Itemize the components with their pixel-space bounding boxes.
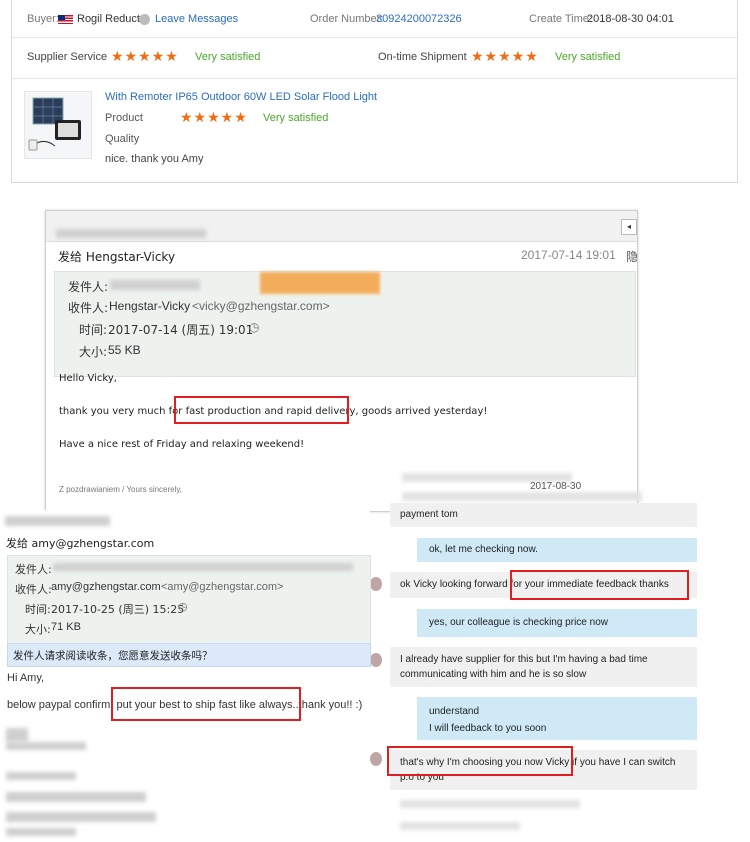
- redacted-block: [6, 742, 86, 750]
- highlight-box: [174, 396, 349, 424]
- chat-avatar: [370, 653, 382, 667]
- to-email: <amy@gzhengstar.com>: [161, 581, 284, 593]
- chat-screenshot: 2017-08-30 payment tom ok, let me checki…: [370, 470, 750, 842]
- review-card: Buyer: Rogil Reducto Leave Messages Orde…: [11, 0, 738, 183]
- redacted-subject: [56, 229, 206, 238]
- ontime-shipment-label: On-time Shipment: [378, 51, 467, 63]
- size-value: 55 KB: [108, 343, 141, 357]
- email-line-1-pre: below paypal confirm;: [7, 699, 117, 711]
- chat-avatar: [370, 752, 382, 766]
- redacted-chat-line: [402, 492, 642, 501]
- to-label: 收件人:: [15, 583, 52, 596]
- chat-message-text: yes, our colleague is checking price now: [429, 617, 608, 628]
- create-time-value: 2018-08-30 04:01: [587, 13, 674, 25]
- product-title-link[interactable]: With Remoter IP65 Outdoor 60W LED Solar …: [105, 91, 377, 103]
- buyer-name: Rogil Reducto: [77, 13, 147, 25]
- chat-message-right: understand I will feedback to you soon: [417, 697, 697, 740]
- redacted-block: [6, 772, 76, 780]
- redacted-sender: [110, 280, 200, 290]
- read-receipt-notice[interactable]: 发件人请求阅读收条，您愿意发送收条吗？: [7, 643, 371, 667]
- chat-message-text: ok, let me checking now.: [429, 544, 538, 555]
- highlight-box: [387, 746, 573, 776]
- to-label: 收件人:: [68, 301, 109, 315]
- product-rating: Very satisfied: [263, 112, 329, 124]
- order-number-label: Order Number:: [310, 13, 384, 25]
- leave-messages-link[interactable]: Leave Messages: [155, 13, 238, 25]
- email-to-line: 发给 amy@gzhengstar.com: [6, 537, 155, 550]
- order-number-link[interactable]: 30924200072326: [376, 13, 462, 25]
- email-screenshot-2: 发给 amy@gzhengstar.com 发件人: 收件人: amy@gzhe…: [0, 510, 371, 842]
- quality-label: Quality: [105, 133, 140, 145]
- highlight-box: [111, 687, 301, 721]
- ontime-shipment-stars-icon: ★★★★★: [471, 48, 539, 64]
- email-line-1-post: .thank you!! :): [295, 699, 363, 711]
- size-label: 大小:: [79, 345, 108, 359]
- email-line-1-pre: thank you very much for: [59, 406, 186, 417]
- chat-message-left: I already have supplier for this but I'm…: [390, 647, 697, 687]
- email-header-box: 发件人: 收件人: Hengstar-Vicky <vicky@gzhengst…: [54, 271, 636, 377]
- hide-link[interactable]: 隐: [626, 248, 637, 265]
- size-value: 71 KB: [51, 621, 81, 633]
- supplier-service-label: Supplier Service: [27, 51, 108, 63]
- buyer-label: Buyer:: [27, 13, 59, 25]
- time-label: 时间:: [25, 603, 51, 616]
- clock-icon[interactable]: ◷: [178, 600, 188, 613]
- redacted-block: [6, 828, 76, 836]
- chat-message-text: payment tom: [400, 509, 458, 520]
- redacted-block: [6, 812, 156, 822]
- to-name: amy@gzhengstar.com: [51, 581, 161, 593]
- chat-message-text: I will feedback to you soon: [429, 723, 547, 734]
- chat-message-right: yes, our colleague is checking price now: [417, 609, 697, 637]
- chat-avatar: [370, 577, 382, 591]
- ontime-shipment-rating: Very satisfied: [555, 51, 621, 63]
- from-label: 发件人:: [68, 280, 109, 294]
- email-line-2: Have a nice rest of Friday and relaxing …: [59, 439, 305, 450]
- supplier-service-stars-icon: ★★★★★: [111, 48, 179, 64]
- review-comment: nice. thank you Amy: [105, 153, 204, 165]
- highlight-box: [510, 570, 689, 600]
- redacted-block: [6, 728, 28, 742]
- redacted-block: [6, 792, 146, 802]
- chat-message-left: payment tom: [390, 503, 697, 527]
- chat-avatar-icon: [139, 13, 150, 25]
- email-to-line: 发给 Hengstar-Vicky: [58, 250, 176, 264]
- size-label: 大小:: [25, 623, 51, 636]
- to-name: Hengstar-Vicky: [109, 299, 191, 313]
- collapse-arrow-icon[interactable]: ◂: [621, 219, 637, 235]
- redacted-chat-line: [400, 800, 580, 808]
- email-line-1-post: goods arrived yesterday!: [358, 406, 488, 417]
- product-stars-icon: ★★★★★: [180, 109, 248, 125]
- chat-message-text: I already have supplier for this but I'm…: [400, 654, 648, 680]
- order-info-row: Buyer: Rogil Reducto Leave Messages Orde…: [12, 0, 737, 38]
- time-label: 时间:: [79, 323, 108, 337]
- time-value: 2017-07-14 (周五) 19:01: [108, 323, 254, 337]
- supplier-service-rating: Very satisfied: [195, 51, 261, 63]
- chat-message-text: understand: [429, 706, 480, 717]
- solar-flood-light-icon: [28, 97, 81, 151]
- email-date: 2017-07-14 19:01: [521, 248, 616, 262]
- create-time-label: Create Time:: [529, 13, 592, 25]
- to-email: <vicky@gzhengstar.com>: [192, 299, 330, 313]
- redacted-sender: [53, 563, 353, 571]
- chat-date: 2017-08-30: [530, 481, 582, 492]
- product-label: Product: [105, 112, 143, 124]
- redacted-subject: [5, 516, 110, 526]
- read-receipt-text: 发件人请求阅读收条，您愿意发送收条吗？: [13, 650, 213, 662]
- email-toolbar: ◂: [46, 211, 637, 242]
- redacted-sender-email: [260, 272, 380, 294]
- clock-icon[interactable]: ◷: [249, 320, 259, 334]
- email-screenshot-1: ◂ 发给 Hengstar-Vicky 2017-07-14 19:01 隐 发…: [45, 210, 638, 512]
- email-greeting: Hi Amy,: [7, 672, 45, 684]
- email-header-box: 发件人: 收件人: amy@gzhengstar.com <amy@gzheng…: [7, 555, 371, 653]
- email-greeting: Hello Vicky,: [59, 373, 117, 384]
- chat-message-right: ok, let me checking now.: [417, 538, 697, 562]
- chat-message-text: ok Vicky looking forward: [400, 579, 511, 590]
- email-signature: Z pozdrawianiem / Yours sincerely,: [59, 485, 183, 494]
- rating-row: Supplier Service ★★★★★ Very satisfied On…: [12, 37, 737, 79]
- from-label: 发件人:: [15, 563, 52, 576]
- country-flag-icon: [58, 13, 73, 25]
- redacted-chat-line: [400, 822, 520, 830]
- product-thumbnail[interactable]: [24, 91, 92, 159]
- time-value: 2017-10-25 (周三) 15:25: [51, 603, 185, 616]
